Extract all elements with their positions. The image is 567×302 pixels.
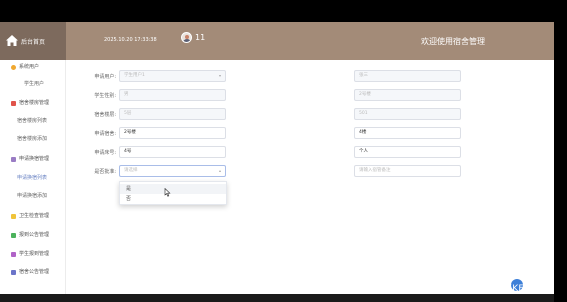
field-value: 学生用户1 xyxy=(124,73,145,78)
left-field-input: 学生用户1 ▾ xyxy=(119,70,226,82)
sidebar-item-label: 卫生检查管理 xyxy=(19,213,50,219)
sidebar-item-label: 宿舍楼房管理 xyxy=(19,100,50,106)
left-field-input[interactable]: 4号 xyxy=(119,146,226,158)
chevron-down-icon: ▴ xyxy=(218,168,221,173)
sidebar-item-9[interactable]: 报到公告管理 xyxy=(0,230,66,240)
top-header: 后台首页 2025.10.20 17:33:38 11 欢迎使用宿舍管理 xyxy=(0,22,554,60)
main-content: 申请用户: 学生用户1 ▾ 学生性别: 男宿舍楼层: 5层申请宿舍: 2号楼申请床号: 4号是… xyxy=(66,60,554,294)
home-button[interactable]: 后台首页 xyxy=(0,22,66,60)
right-field-input[interactable]: 个人 xyxy=(354,146,461,158)
sidebar-item-label: 宿舍楼房添加 xyxy=(17,136,48,142)
right-field-input: 501 xyxy=(354,108,461,120)
avatar[interactable] xyxy=(181,32,192,43)
sidebar-item-4[interactable]: 宿舍楼房添加 xyxy=(0,134,66,144)
sidebar-item-11[interactable]: 宿舍公告管理 xyxy=(0,267,66,277)
sidebar-item-label: 申请换宿添加 xyxy=(17,193,48,199)
field-value: 请输入宿管备注 xyxy=(359,168,391,173)
approve-dropdown: 是 否 xyxy=(119,181,227,205)
field-value: 张三 xyxy=(359,73,368,78)
sidebar-item-label: 学生用户 xyxy=(24,81,45,87)
right-field-input: 2号楼 xyxy=(354,89,461,101)
bottom-strip xyxy=(0,294,554,302)
mouse-cursor-icon xyxy=(164,188,171,197)
sidebar-item-label: 系统用户 xyxy=(19,64,40,70)
approve-option-no[interactable]: 否 xyxy=(120,194,226,204)
sidebar: 系统用户学生用户宿舍楼房管理 宿舍楼房列表 宿舍楼房添加 申请换宿管理 申请换宿列表 申请… xyxy=(0,60,66,294)
left-field-label: 申请用户: xyxy=(94,74,116,80)
left-field-input[interactable]: 请选择 ▴ xyxy=(119,165,226,177)
letterbox-top xyxy=(0,0,567,22)
sidebar-item-label: 申请换宿管理 xyxy=(19,156,50,162)
page-title: 欢迎使用宿舍管理 xyxy=(421,37,485,46)
field-value: 2号楼 xyxy=(359,92,371,97)
field-value: 请选择 xyxy=(124,168,138,173)
left-field-label: 申请床号: xyxy=(94,150,116,156)
sidebar-item-3[interactable]: 宿舍楼房列表 xyxy=(0,116,66,126)
sidebar-item-2[interactable]: 宿舍楼房管理 xyxy=(0,98,66,108)
menu-group-icon xyxy=(11,156,16,162)
menu-group-icon xyxy=(11,64,16,70)
field-value: 4楼 xyxy=(359,130,367,135)
current-datetime: 2025.10.20 17:33:38 xyxy=(104,37,157,43)
home-label: 后台首页 xyxy=(21,39,46,46)
left-field-label: 学生性别: xyxy=(94,93,116,99)
sidebar-item-0[interactable]: 系统用户 xyxy=(0,62,66,72)
sidebar-item-6[interactable]: 申请换宿列表 xyxy=(0,173,66,183)
sidebar-item-10[interactable]: 学生报到管理 xyxy=(0,249,66,259)
sidebar-item-label: 宿舍楼房列表 xyxy=(17,118,48,124)
approve-option-yes[interactable]: 是 xyxy=(120,184,226,194)
field-value: 男 xyxy=(124,92,129,97)
user-number: 11 xyxy=(195,33,206,42)
chevron-down-icon: ▾ xyxy=(218,73,221,78)
left-field-input: 男 xyxy=(119,89,226,101)
left-field-input[interactable]: 2号楼 xyxy=(119,127,226,139)
sidebar-item-label: 报到公告管理 xyxy=(19,232,50,238)
sidebar-item-label: 宿舍公告管理 xyxy=(19,269,50,275)
right-field-input[interactable]: 4楼 xyxy=(354,127,461,139)
sidebar-item-7[interactable]: 申请换宿添加 xyxy=(0,191,66,201)
field-value: 个人 xyxy=(359,149,368,154)
watermark: CSDN @vx2_CXKF10088 xyxy=(439,284,554,294)
sidebar-item-label: 学生报到管理 xyxy=(19,251,50,257)
sidebar-item-label: 申请换宿列表 xyxy=(17,175,48,181)
left-field-label: 申请宿舍: xyxy=(94,131,116,137)
field-value: 4号 xyxy=(124,149,132,154)
home-icon xyxy=(6,35,18,46)
right-field-input: 张三 xyxy=(354,70,461,82)
app-window: 后台首页 2025.10.20 17:33:38 11 欢迎使用宿舍管理 系统用… xyxy=(0,0,567,302)
avatar-body xyxy=(183,39,191,42)
left-field-input: 5层 xyxy=(119,108,226,120)
menu-group-icon xyxy=(11,213,16,219)
left-field-label: 宿舍楼层: xyxy=(94,112,116,118)
menu-group-icon xyxy=(11,251,16,257)
field-value: 5层 xyxy=(124,111,132,116)
sidebar-item-5[interactable]: 申请换宿管理 xyxy=(0,154,66,164)
right-field-input[interactable]: 请输入宿管备注 xyxy=(354,165,461,177)
menu-group-icon xyxy=(11,232,16,238)
field-value: 2号楼 xyxy=(124,130,136,135)
letterbox-right xyxy=(554,0,567,302)
sidebar-item-8[interactable]: 卫生检查管理 xyxy=(0,211,66,221)
sidebar-item-1[interactable]: 学生用户 xyxy=(0,79,66,89)
field-value: 501 xyxy=(359,111,368,116)
left-field-label: 是否批准: xyxy=(94,169,116,175)
menu-group-icon xyxy=(11,100,16,106)
menu-group-icon xyxy=(11,269,16,275)
